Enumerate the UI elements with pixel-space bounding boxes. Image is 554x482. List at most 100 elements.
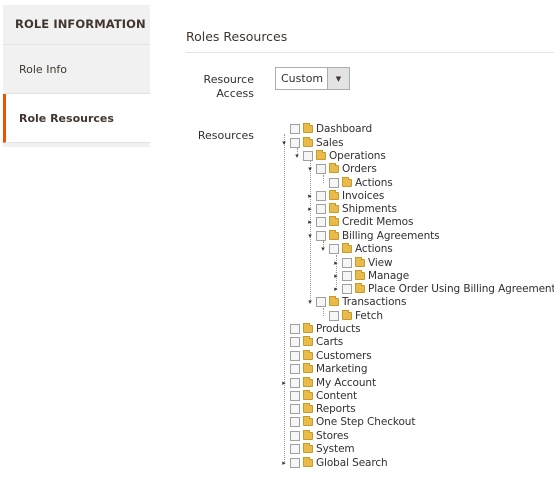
folder-icon [303,429,313,440]
tree-toggle-icon[interactable]: ▾ [306,232,314,240]
tree-node-label: Dashboard [316,122,373,135]
tree-toggle-icon[interactable]: ▾ [306,165,314,173]
tree-node-operations[interactable]: ▾ Operations [293,149,386,162]
checkbox-icon[interactable] [342,283,352,294]
tree-node-content[interactable]: Content [280,389,357,402]
tree-node-actions[interactable]: ▾ Actions [319,242,393,255]
tree-node-label: My Account [316,376,377,389]
folder-icon [303,415,313,426]
checkbox-icon[interactable] [290,377,300,388]
checkbox-icon[interactable] [290,457,300,468]
tree-toggle-icon[interactable]: ▸ [306,205,314,213]
tree-node-carts[interactable]: Carts [280,335,343,348]
tree-node-stores[interactable]: Stores [280,429,349,442]
checkbox-icon[interactable] [290,323,300,334]
checkbox-icon[interactable] [342,257,352,268]
checkbox-icon[interactable] [290,390,300,401]
folder-icon [303,136,313,147]
checkbox-icon[interactable] [303,150,313,161]
tree-toggle-icon[interactable] [319,312,327,320]
checkbox-icon[interactable] [329,243,339,254]
tree-node-dashboard[interactable]: Dashboard [280,122,372,135]
tree-toggle-icon[interactable]: ▾ [306,298,314,306]
tree-toggle-icon[interactable]: ▸ [280,379,288,387]
tree-toggle-icon[interactable] [280,325,288,333]
tree-node-customers[interactable]: Customers [280,349,372,362]
tree-node-label: Stores [316,429,349,442]
tree-node-label: Fetch [355,309,383,322]
tree-node-billing-agreements[interactable]: ▾ Billing Agreements [306,229,440,242]
tree-node-reports[interactable]: Reports [280,402,356,415]
folder-icon [303,402,313,413]
resource-tree: Dashboard ▾ Sales ▾ Operations ▾ Orders Act… [0,0,554,482]
tree-node-label: Marketing [316,362,368,375]
checkbox-icon[interactable] [342,270,352,281]
tree-node-label: Customers [316,349,372,362]
tree-toggle-icon[interactable]: ▸ [306,218,314,226]
tree-toggle-icon[interactable] [280,418,288,426]
tree-toggle-icon[interactable] [280,338,288,346]
tree-node-shipments[interactable]: ▸ Shipments [306,202,397,215]
tree-toggle-icon[interactable]: ▸ [280,459,288,467]
tree-toggle-icon[interactable] [280,432,288,440]
checkbox-icon[interactable] [290,443,300,454]
tree-toggle-icon[interactable]: ▸ [332,259,340,267]
checkbox-icon[interactable] [290,403,300,414]
tree-toggle-icon[interactable]: ▾ [280,139,288,147]
tree-toggle-icon[interactable] [280,352,288,360]
tree-node-products[interactable]: Products [280,322,361,335]
tree-node-actions[interactable]: Actions [319,176,393,189]
tree-node-credit-memos[interactable]: ▸ Credit Memos [306,215,413,228]
tree-node-label: Operations [329,149,386,162]
tree-node-manage[interactable]: ▸ Manage [332,269,409,282]
tree-toggle-icon[interactable] [319,179,327,187]
tree-node-place-order[interactable]: ▸ Place Order Using Billing Agreements [332,282,554,295]
tree-node-orders[interactable]: ▾ Orders [306,162,377,175]
tree-node-marketing[interactable]: Marketing [280,362,368,375]
tree-toggle-icon[interactable] [280,365,288,373]
tree-toggle-icon[interactable] [280,445,288,453]
tree-node-label: View [368,256,393,269]
tree-toggle-icon[interactable]: ▾ [319,245,327,253]
tree-toggle-icon[interactable]: ▸ [332,272,340,280]
tree-node-sales[interactable]: ▾ Sales [280,136,344,149]
tree-toggle-icon[interactable]: ▸ [306,192,314,200]
tree-node-invoices[interactable]: ▸ Invoices [306,189,384,202]
checkbox-icon[interactable] [316,203,326,214]
tree-toggle-icon[interactable] [280,405,288,413]
tree-node-label: Shipments [342,202,397,215]
tree-node-label: Products [316,322,361,335]
checkbox-icon[interactable] [316,296,326,307]
tree-toggle-icon[interactable] [280,392,288,400]
checkbox-icon[interactable] [329,310,339,321]
tree-node-one-step-checkout[interactable]: One Step Checkout [280,415,415,428]
tree-node-transactions[interactable]: ▾ Transactions [306,295,406,308]
tree-toggle-icon[interactable] [280,125,288,133]
checkbox-icon[interactable] [316,216,326,227]
checkbox-icon[interactable] [290,137,300,148]
checkbox-icon[interactable] [290,363,300,374]
tree-node-fetch[interactable]: Fetch [319,309,383,322]
folder-icon [303,322,313,333]
checkbox-icon[interactable] [316,230,326,241]
tree-node-global-search[interactable]: ▸ Global Search [280,456,388,469]
tree-toggle-icon[interactable]: ▾ [293,152,301,160]
tree-node-my-account[interactable]: ▸ My Account [280,376,376,389]
checkbox-icon[interactable] [290,430,300,441]
folder-icon [303,335,313,346]
checkbox-icon[interactable] [290,336,300,347]
checkbox-icon[interactable] [290,416,300,427]
checkbox-icon[interactable] [316,163,326,174]
checkbox-icon[interactable] [290,123,300,134]
tree-toggle-icon[interactable]: ▸ [332,285,340,293]
checkbox-icon[interactable] [290,350,300,361]
checkbox-icon[interactable] [329,177,339,188]
folder-icon [355,282,365,293]
tree-node-view[interactable]: ▸ View [332,256,393,269]
folder-icon [329,295,339,306]
tree-node-label: Orders [342,162,377,175]
tree-node-label: Manage [368,269,410,282]
tree-node-system[interactable]: System [280,442,355,455]
checkbox-icon[interactable] [316,190,326,201]
folder-icon [329,202,339,213]
